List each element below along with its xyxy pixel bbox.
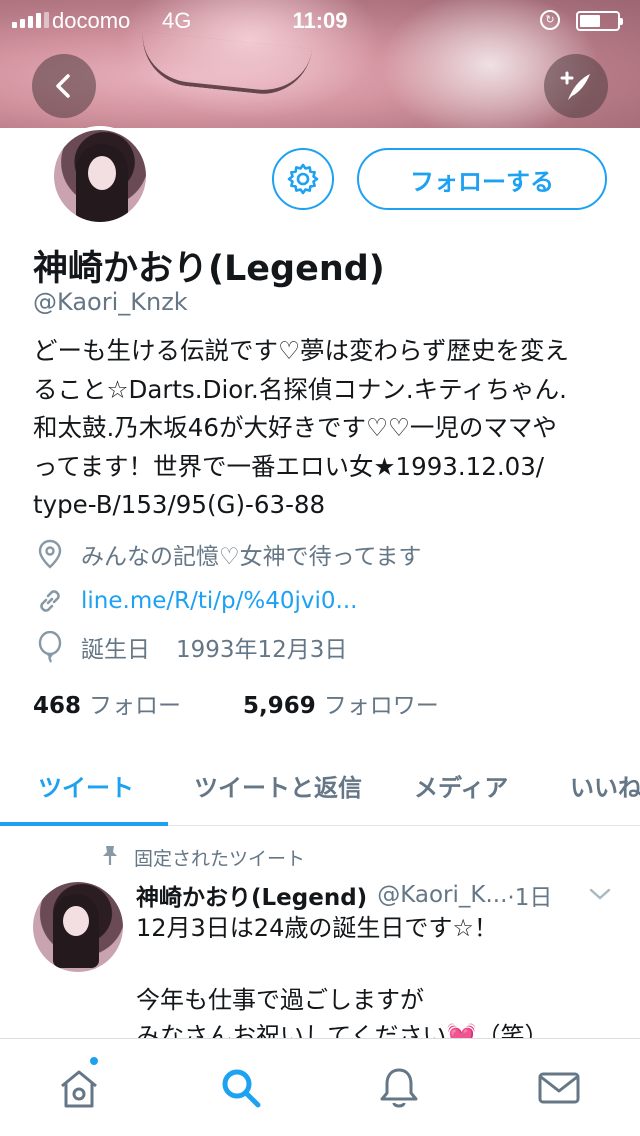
chevron-left-icon [56, 74, 70, 98]
location-pin-icon [33, 537, 67, 571]
home-icon [61, 1070, 97, 1108]
active-tab-indicator [0, 822, 168, 826]
birthday-label: 誕生日 [81, 637, 150, 663]
bottom-tab-bar [0, 1038, 640, 1136]
quill-plus-icon [560, 71, 590, 100]
birthday-value: 1993年12月3日 [176, 637, 348, 663]
gear-icon [287, 163, 319, 195]
tab-likes[interactable]: いいね [570, 768, 640, 803]
following-label: フォロー [89, 693, 182, 719]
balloon-icon [33, 630, 67, 664]
tweet-author-name[interactable]: 神崎かおり(Legend) [136, 878, 367, 912]
bio-line: ってます！世界で一番エロい女★1993.12.03/ [33, 451, 545, 481]
profile-birthday: 誕生日 1993年12月3日 [33, 629, 347, 665]
location-text: みんなの記憶♡女神で待ってます [81, 544, 422, 570]
tweet-author-avatar[interactable] [33, 882, 123, 972]
tweet-author-handle: @Kaori_K... [377, 882, 508, 908]
envelope-icon [538, 1072, 580, 1104]
profile-handle: @Kaori_Knzk [33, 288, 188, 316]
back-button[interactable] [32, 54, 96, 118]
profile-tabs: ツイート ツイートと返信 メディア いいね [0, 740, 640, 826]
chevron-down-icon[interactable] [588, 882, 612, 908]
tab-media[interactable]: メディア [414, 768, 508, 803]
home-notification-badge [88, 1055, 100, 1067]
bio-line: 和太鼓.乃木坂46が大好きです♡♡一児のママや [33, 413, 557, 442]
profile-website[interactable]: line.me/R/ti/p/%40jvi0... [33, 583, 357, 619]
nav-messages[interactable] [534, 1063, 584, 1113]
bio-line: type-B/153/95(G)-63-88 [33, 490, 326, 519]
profile-location: みんなの記憶♡女神で待ってます [33, 536, 421, 572]
search-icon [222, 1069, 261, 1108]
following-count[interactable]: 468 フォロー [33, 686, 181, 720]
tweet-header: 神崎かおり(Legend) @Kaori_K... ·1日 [136, 878, 626, 912]
follow-counts: 468 フォロー 5,969 フォロワー [33, 686, 439, 720]
battery-icon [576, 11, 623, 31]
followers-label: フォロワー [323, 693, 439, 719]
profile-display-name: 神崎かおり(Legend) [33, 249, 385, 289]
tab-tweets[interactable]: ツイート [38, 768, 134, 803]
website-link[interactable]: line.me/R/ti/p/%40jvi0... [81, 588, 357, 614]
bell-icon [380, 1068, 418, 1108]
pin-icon [100, 844, 120, 871]
followers-count[interactable]: 5,969 フォロワー [243, 686, 439, 720]
followers-number: 5,969 [243, 693, 316, 719]
profile-settings-button[interactable] [272, 148, 334, 210]
compose-tweet-button[interactable] [544, 54, 608, 118]
pinned-label-text: 固定されたツイート [134, 848, 306, 870]
tweet-line: 12月3日は24歳の誕生日です☆！ [136, 914, 498, 942]
tweet-time: ·1日 [507, 885, 553, 911]
link-icon [33, 584, 67, 618]
nav-home[interactable] [54, 1063, 104, 1113]
profile-avatar[interactable] [50, 126, 150, 226]
following-number: 468 [33, 693, 82, 719]
pinned-tweet-label: 固定されたツイート [100, 844, 305, 871]
profile-bio: どーも生ける伝説です♡夢は変わらず歴史を変え ること☆Darts.Dior.名探… [33, 332, 613, 525]
tweet-body[interactable]: 12月3日は24歳の誕生日です☆！ 今年も仕事で過ごしますが みなさんお祝いして… [136, 910, 616, 1054]
nav-search[interactable] [216, 1063, 266, 1113]
bio-line: どーも生ける伝説です♡夢は変わらず歴史を変え [33, 336, 569, 365]
nav-notifications[interactable] [374, 1063, 424, 1113]
status-bar: docomo 4G 11:09 ↻ [0, 0, 640, 40]
orientation-lock-icon: ↻ [540, 10, 560, 30]
bio-line: ること☆Darts.Dior.名探偵コナン.キティちゃん. [33, 374, 567, 404]
tab-tweets-and-replies[interactable]: ツイートと返信 [194, 768, 362, 803]
tweet-line: 今年も仕事で過ごしますが [136, 986, 424, 1014]
follow-button[interactable]: フォローする [357, 148, 607, 210]
